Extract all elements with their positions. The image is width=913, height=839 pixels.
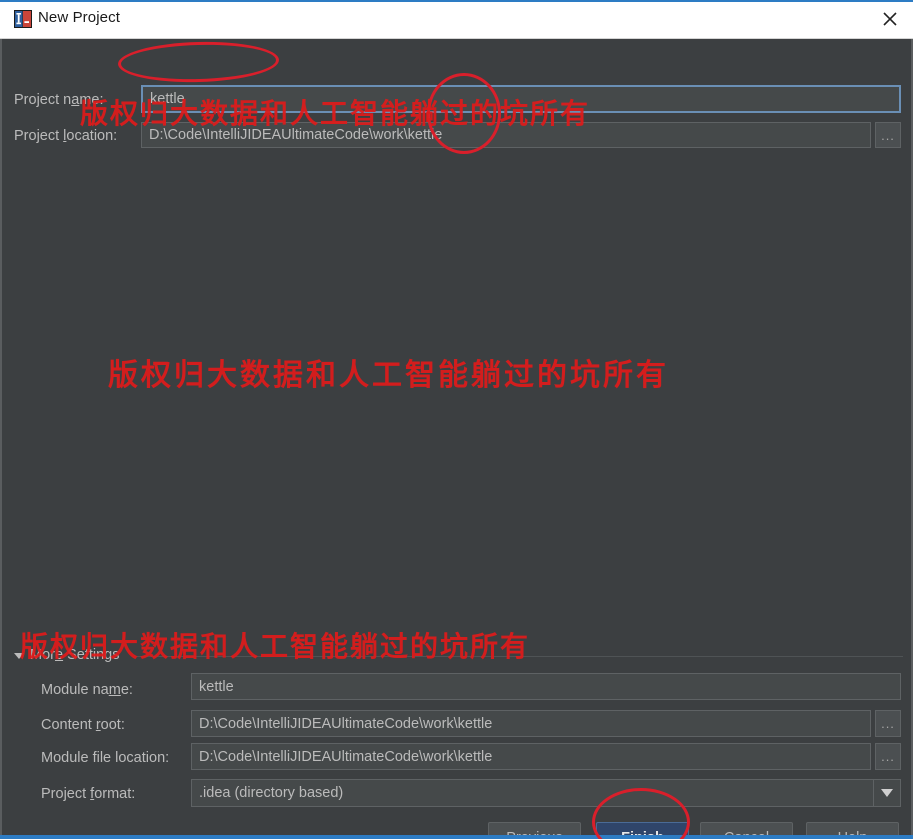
- project-location-input[interactable]: D:\Code\IntelliJIDEAUltimateCode\work\ke…: [141, 122, 871, 148]
- module-name-input[interactable]: kettle: [191, 673, 901, 700]
- more-settings-separator: [137, 656, 903, 657]
- intellij-idea-icon: [14, 10, 32, 28]
- chevron-down-icon: [881, 789, 893, 797]
- module-name-label: Module name:: [41, 682, 133, 698]
- module-file-location-input[interactable]: D:\Code\IntelliJIDEAUltimateCode\work\ke…: [191, 743, 871, 770]
- more-settings-label: More Settings: [30, 647, 120, 663]
- content-root-input[interactable]: D:\Code\IntelliJIDEAUltimateCode\work\ke…: [191, 710, 871, 737]
- more-settings-toggle[interactable]: More Settings: [14, 647, 119, 663]
- close-icon[interactable]: [867, 0, 913, 38]
- project-location-browse-button[interactable]: ...: [875, 122, 901, 148]
- project-name-input[interactable]: kettle: [141, 85, 901, 113]
- project-format-label: Project format:: [41, 786, 136, 802]
- new-project-dialog: New Project Project name: kettle Project…: [0, 0, 913, 839]
- titlebar-accent-line: [0, 0, 913, 2]
- dialog-content: Project name: kettle Project location: D…: [0, 39, 913, 839]
- project-format-dropdown-arrow[interactable]: [873, 780, 900, 806]
- window-title: New Project: [38, 9, 120, 26]
- content-root-label: Content root:: [41, 717, 125, 733]
- module-file-location-browse-button[interactable]: ...: [875, 743, 901, 770]
- chevron-down-icon: [14, 652, 24, 659]
- project-name-label: Project name:: [14, 92, 104, 108]
- module-file-location-label: Module file location:: [41, 750, 170, 766]
- bottom-accent-line: [0, 835, 913, 839]
- project-format-select[interactable]: .idea (directory based): [191, 779, 901, 807]
- content-root-browse-button[interactable]: ...: [875, 710, 901, 737]
- project-location-label: Project location:: [14, 128, 118, 144]
- title-bar: New Project: [0, 0, 913, 39]
